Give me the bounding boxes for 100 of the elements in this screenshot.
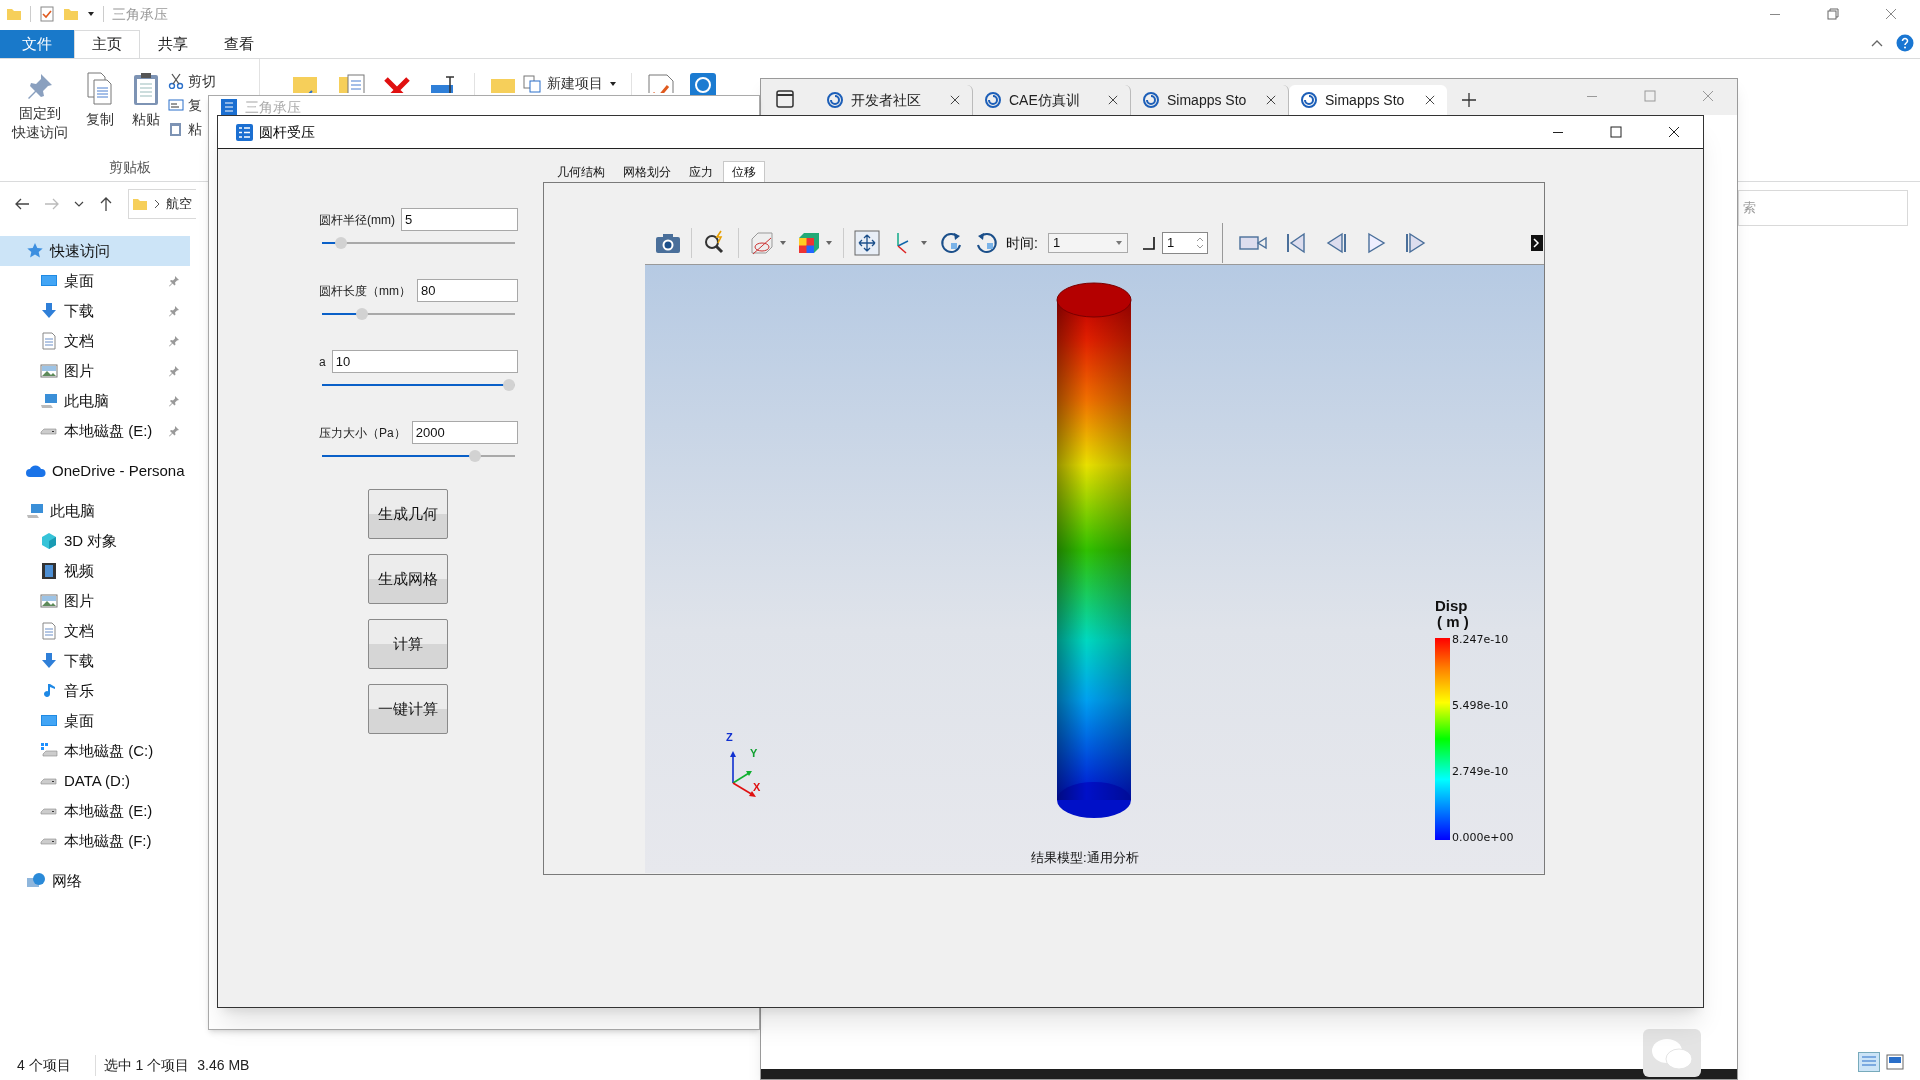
action-button[interactable]: 一键计算 <box>368 684 448 734</box>
sidebar-item[interactable]: 此电脑 <box>0 496 190 526</box>
more-icon[interactable] <box>1531 235 1543 251</box>
ribbon-tab[interactable]: 主页 <box>74 30 140 58</box>
tab[interactable]: 几何结构 <box>549 161 613 182</box>
sidebar-item[interactable]: 下载 <box>0 646 190 676</box>
ribbon-tab[interactable]: 查看 <box>206 30 272 58</box>
close-tab-icon[interactable] <box>950 95 960 105</box>
close-icon[interactable] <box>1668 126 1680 138</box>
ribbon-tab[interactable]: 文件 <box>0 30 74 58</box>
step-forward-icon[interactable] <box>1404 232 1427 254</box>
sidebar-item[interactable]: 本地磁盘 (F:) <box>0 826 190 856</box>
ribbon-small-button[interactable]: 复 <box>188 94 202 116</box>
sidebar-item[interactable]: OneDrive - Persona <box>0 456 190 486</box>
camera-icon[interactable] <box>655 232 681 254</box>
paste-button[interactable]: 粘贴 <box>132 109 160 130</box>
properties-icon[interactable] <box>646 73 676 93</box>
window-title: 三角承压 <box>112 4 168 24</box>
browser-tab[interactable]: Simapps Sto <box>1289 85 1447 115</box>
slider-thumb[interactable] <box>334 237 347 249</box>
window-title: 圆杆受压 <box>259 122 315 142</box>
site-icon <box>827 92 843 108</box>
fit-view-icon[interactable] <box>854 230 880 256</box>
sidebar-item[interactable]: 文档 <box>0 326 190 356</box>
action-button[interactable]: 生成几何 <box>368 489 448 539</box>
skip-to-start-icon[interactable] <box>1284 232 1307 254</box>
sidebar-item[interactable]: 视频 <box>0 556 190 586</box>
caret-icon[interactable] <box>609 79 617 88</box>
slider[interactable] <box>322 450 515 462</box>
rotate-clockwise-icon[interactable] <box>938 230 964 256</box>
recent-locations-icon[interactable] <box>74 199 84 209</box>
sidebar-item[interactable]: 文档 <box>0 616 190 646</box>
download-icon <box>40 302 58 320</box>
box-icon[interactable] <box>749 230 775 256</box>
dropdown-caret-icon[interactable] <box>920 239 928 247</box>
step-icon[interactable] <box>1141 236 1156 250</box>
text-field[interactable]: 5 <box>401 208 518 231</box>
back-icon[interactable] <box>14 196 30 212</box>
computer-icon <box>40 392 58 410</box>
up-icon[interactable] <box>98 196 114 212</box>
caret-icon[interactable] <box>87 10 95 18</box>
sidebar-item[interactable]: 网络 <box>0 866 190 896</box>
new-item-button[interactable]: 新建项目 <box>547 73 603 94</box>
sidebar-item[interactable]: 桌面 <box>0 266 190 296</box>
color-cube-icon[interactable] <box>797 231 821 255</box>
new-tab-icon[interactable] <box>1461 92 1477 108</box>
slider-thumb[interactable] <box>468 450 481 462</box>
text-field[interactable]: 80 <box>417 279 518 302</box>
legend-tick-label: 0.000e+00 <box>1452 832 1514 844</box>
slider[interactable] <box>322 379 515 391</box>
sidebar-item[interactable]: 3D 对象 <box>0 526 190 556</box>
close-tab-icon[interactable] <box>1108 95 1118 105</box>
ribbon-small-button[interactable]: 剪切 <box>188 70 216 92</box>
sidebar-item[interactable]: 此电脑 <box>0 386 190 416</box>
slider-thumb[interactable] <box>356 308 369 320</box>
rotate-counterclockwise-icon[interactable] <box>974 230 1000 256</box>
ribbon-tab[interactable]: 共享 <box>140 30 206 58</box>
slider[interactable] <box>322 308 515 320</box>
sidebar-item[interactable]: 音乐 <box>0 676 190 706</box>
slider[interactable] <box>322 237 515 249</box>
sidebar-item[interactable]: 本地磁盘 (E:) <box>0 796 190 826</box>
text-field[interactable]: 10 <box>331 350 518 373</box>
time-label: 时间: <box>1006 233 1038 253</box>
tab[interactable]: 网格划分 <box>615 161 679 182</box>
properties-icon[interactable] <box>39 6 55 22</box>
sidebar-item[interactable]: 桌面 <box>0 706 190 736</box>
sidebar-item[interactable]: 快速访问 <box>0 236 190 266</box>
result-caption: 结果模型:通用分析 <box>1031 849 1139 867</box>
time-dropdown[interactable]: 1 <box>1047 233 1128 253</box>
sidebar-item[interactable]: 下载 <box>0 296 190 326</box>
pin-to-quick-access-button[interactable]: 固定到 快速访问 <box>12 104 68 142</box>
help-icon[interactable] <box>1896 34 1914 52</box>
dropdown-caret-icon[interactable] <box>779 239 787 247</box>
video-camera-icon[interactable] <box>1238 233 1267 253</box>
status-text: 4 个项目 <box>17 1055 71 1075</box>
tab[interactable]: 应力 <box>681 161 721 182</box>
sidebar-item[interactable]: 本地磁盘 (E:) <box>0 416 190 446</box>
sidebar-item[interactable]: 本地磁盘 (C:) <box>0 736 190 766</box>
restore-icon[interactable] <box>1827 8 1839 20</box>
action-button[interactable]: 生成网格 <box>368 554 448 604</box>
close-tab-icon[interactable] <box>1425 95 1435 105</box>
new-item-icon <box>523 74 541 93</box>
text-field[interactable]: 2000 <box>411 421 518 444</box>
tab[interactable]: 位移 <box>723 161 765 182</box>
maximize-icon[interactable] <box>1610 126 1622 138</box>
action-button[interactable]: 计算 <box>368 619 448 669</box>
ribbon-small-button[interactable]: 粘 <box>188 118 202 140</box>
sidebar-item[interactable]: DATA (D:) <box>0 766 190 796</box>
field-label: 压力大小（Pa） <box>319 424 406 442</box>
address-bar[interactable]: 航空 <box>128 189 196 219</box>
close-tab-icon[interactable] <box>1266 95 1276 105</box>
sidebar-item[interactable]: 图片 <box>0 586 190 616</box>
tab-actions-icon[interactable] <box>775 89 795 109</box>
sidebar-item[interactable]: 图片 <box>0 356 190 386</box>
copy-button[interactable]: 复制 <box>86 109 114 130</box>
slider-thumb[interactable] <box>503 379 515 391</box>
step-back-icon[interactable] <box>1324 232 1347 254</box>
step-spinner[interactable]: 1 <box>1161 232 1208 254</box>
large-icons-view-icon[interactable] <box>1884 1052 1906 1072</box>
dropdown-caret-icon[interactable] <box>825 239 833 247</box>
